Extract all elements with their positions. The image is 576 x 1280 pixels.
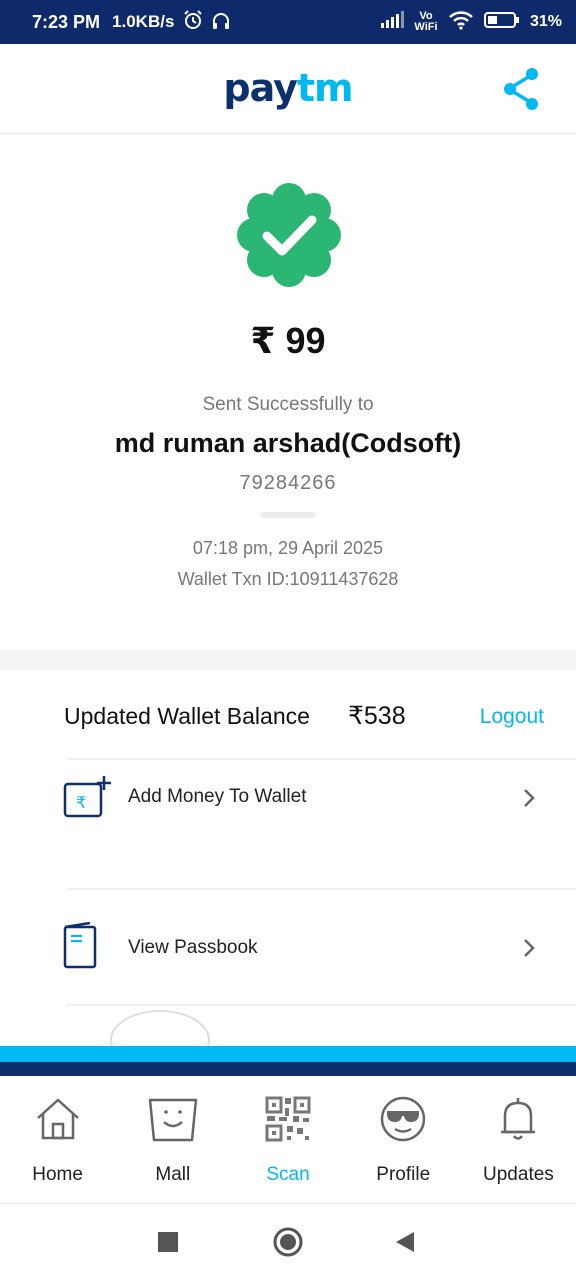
status-text: Sent Successfully to xyxy=(202,394,374,415)
share-icon xyxy=(504,68,538,110)
paytm-logo: paytm xyxy=(0,66,576,110)
status-right: Vo WiFi 31% xyxy=(380,10,562,35)
bottom-navigation: Home Mall Scan Profile Updates xyxy=(0,1076,576,1204)
brand-band-light xyxy=(0,1046,576,1062)
nav-mall-label: Mall xyxy=(155,1164,191,1185)
signal-icon xyxy=(380,10,404,34)
add-money-label: Add Money To Wallet xyxy=(128,786,307,807)
brand-band-dark xyxy=(0,1062,576,1076)
bell-icon xyxy=(501,1098,536,1140)
add-money-icon: ₹ xyxy=(63,776,111,818)
nav-mall[interactable]: Mall xyxy=(115,1076,230,1203)
battery-percent: 31% xyxy=(529,13,562,30)
transaction-datetime: 07:18 pm, 29 April 2025 xyxy=(192,538,384,558)
recent-apps-icon[interactable] xyxy=(158,1232,178,1252)
view-passbook-item[interactable]: View Passbook xyxy=(0,902,576,1002)
share-button[interactable] xyxy=(502,66,542,112)
success-check-icon xyxy=(237,183,341,287)
battery-icon xyxy=(483,11,520,34)
svg-text:₹: ₹ xyxy=(76,793,86,812)
back-button-icon[interactable] xyxy=(394,1230,416,1254)
system-navigation xyxy=(0,1204,576,1280)
divider xyxy=(66,888,576,890)
status-time: 7:23 PM xyxy=(32,11,101,32)
section-divider xyxy=(0,650,576,670)
logo-pay: pay xyxy=(223,66,297,110)
transaction-id: Wallet Txn ID:10911437628 xyxy=(177,569,399,589)
home-icon xyxy=(36,1098,79,1140)
status-bar: 7:23 PM 1.0KB/s Vo WiFi 31% xyxy=(0,0,576,44)
divider xyxy=(66,758,576,760)
nav-profile-label: Profile xyxy=(376,1164,431,1185)
alarm-icon xyxy=(182,9,204,36)
recipient-name: md ruman arshad(Codsoft) xyxy=(114,428,462,458)
wifi-icon xyxy=(448,10,474,35)
chevron-right-icon xyxy=(524,939,535,957)
nav-profile[interactable]: Profile xyxy=(346,1076,461,1203)
logo-tm: tm xyxy=(296,66,354,110)
passbook-icon xyxy=(63,922,97,969)
app-header: paytm xyxy=(0,44,576,134)
wallet-balance-value: ₹538 xyxy=(348,702,406,730)
view-passbook-label: View Passbook xyxy=(128,937,258,958)
nav-home[interactable]: Home xyxy=(0,1076,115,1203)
chevron-right-icon xyxy=(524,789,535,807)
recipient-phone: 79284266 xyxy=(239,472,337,494)
mall-icon xyxy=(148,1098,198,1142)
vowifi-label: Vo WiFi xyxy=(414,10,438,33)
wallet-section: Updated Wallet Balance ₹538 Logout ₹ Add… xyxy=(0,670,576,1070)
nav-updates[interactable]: Updates xyxy=(461,1076,576,1203)
home-button-icon[interactable] xyxy=(272,1226,304,1258)
headset-icon xyxy=(210,9,232,36)
payment-amount: ₹ 99 xyxy=(250,320,326,361)
payment-success-section: ₹ 99 Sent Successfully to md ruman arsha… xyxy=(0,134,576,650)
nav-updates-label: Updates xyxy=(483,1164,554,1185)
add-money-item[interactable]: ₹ Add Money To Wallet xyxy=(0,774,576,874)
nav-scan-label: Scan xyxy=(266,1164,310,1185)
qr-scan-icon xyxy=(265,1096,311,1142)
divider xyxy=(260,512,316,518)
nav-home-label: Home xyxy=(32,1164,83,1185)
divider xyxy=(66,1004,576,1006)
logout-link[interactable]: Logout xyxy=(480,705,544,729)
profile-icon xyxy=(380,1096,426,1142)
wallet-balance-label: Updated Wallet Balance xyxy=(64,703,310,729)
network-speed: 1.0KB/s xyxy=(112,12,175,31)
nav-scan[interactable]: Scan xyxy=(230,1076,345,1203)
